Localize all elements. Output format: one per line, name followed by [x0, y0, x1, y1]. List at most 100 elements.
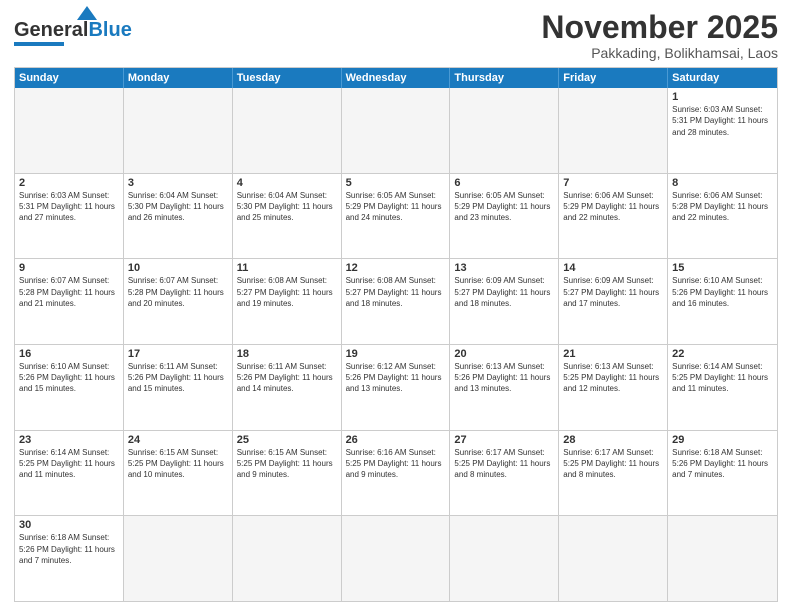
day-number: 11	[237, 262, 337, 274]
day-number: 22	[672, 348, 773, 360]
cal-cell-5-3	[342, 516, 451, 601]
day-info: Sunrise: 6:06 AM Sunset: 5:29 PM Dayligh…	[563, 190, 663, 224]
day-number: 23	[19, 434, 119, 446]
day-info: Sunrise: 6:04 AM Sunset: 5:30 PM Dayligh…	[237, 190, 337, 224]
cal-cell-2-6: 15Sunrise: 6:10 AM Sunset: 5:26 PM Dayli…	[668, 259, 777, 344]
day-number: 30	[19, 519, 119, 531]
day-number: 9	[19, 262, 119, 274]
cal-cell-4-3: 26Sunrise: 6:16 AM Sunset: 5:25 PM Dayli…	[342, 431, 451, 516]
cal-cell-5-1	[124, 516, 233, 601]
day-info: Sunrise: 6:15 AM Sunset: 5:25 PM Dayligh…	[128, 447, 228, 481]
cal-cell-4-4: 27Sunrise: 6:17 AM Sunset: 5:25 PM Dayli…	[450, 431, 559, 516]
cal-cell-2-4: 13Sunrise: 6:09 AM Sunset: 5:27 PM Dayli…	[450, 259, 559, 344]
logo-bar	[14, 42, 64, 46]
cal-cell-0-1	[124, 88, 233, 173]
day-number: 20	[454, 348, 554, 360]
day-info: Sunrise: 6:07 AM Sunset: 5:28 PM Dayligh…	[19, 275, 119, 309]
cal-cell-0-2	[233, 88, 342, 173]
day-info: Sunrise: 6:09 AM Sunset: 5:27 PM Dayligh…	[454, 275, 554, 309]
cal-cell-3-6: 22Sunrise: 6:14 AM Sunset: 5:25 PM Dayli…	[668, 345, 777, 430]
day-number: 27	[454, 434, 554, 446]
header-saturday: Saturday	[668, 68, 777, 88]
cal-cell-2-0: 9Sunrise: 6:07 AM Sunset: 5:28 PM Daylig…	[15, 259, 124, 344]
day-number: 19	[346, 348, 446, 360]
day-info: Sunrise: 6:04 AM Sunset: 5:30 PM Dayligh…	[128, 190, 228, 224]
cal-cell-4-1: 24Sunrise: 6:15 AM Sunset: 5:25 PM Dayli…	[124, 431, 233, 516]
header-sunday: Sunday	[15, 68, 124, 88]
day-info: Sunrise: 6:05 AM Sunset: 5:29 PM Dayligh…	[454, 190, 554, 224]
logo-triangle	[77, 6, 97, 20]
cal-cell-1-0: 2Sunrise: 6:03 AM Sunset: 5:31 PM Daylig…	[15, 174, 124, 259]
cal-cell-0-4	[450, 88, 559, 173]
cal-cell-3-1: 17Sunrise: 6:11 AM Sunset: 5:26 PM Dayli…	[124, 345, 233, 430]
cal-row-4: 23Sunrise: 6:14 AM Sunset: 5:25 PM Dayli…	[15, 430, 777, 516]
header-thursday: Thursday	[450, 68, 559, 88]
day-info: Sunrise: 6:11 AM Sunset: 5:26 PM Dayligh…	[237, 361, 337, 395]
day-number: 5	[346, 177, 446, 189]
day-number: 2	[19, 177, 119, 189]
day-info: Sunrise: 6:14 AM Sunset: 5:25 PM Dayligh…	[672, 361, 773, 395]
day-info: Sunrise: 6:13 AM Sunset: 5:26 PM Dayligh…	[454, 361, 554, 395]
cal-cell-0-0	[15, 88, 124, 173]
calendar-header: Sunday Monday Tuesday Wednesday Thursday…	[15, 68, 777, 88]
header-tuesday: Tuesday	[233, 68, 342, 88]
cal-row-3: 16Sunrise: 6:10 AM Sunset: 5:26 PM Dayli…	[15, 344, 777, 430]
day-number: 16	[19, 348, 119, 360]
day-info: Sunrise: 6:03 AM Sunset: 5:31 PM Dayligh…	[19, 190, 119, 224]
calendar: Sunday Monday Tuesday Wednesday Thursday…	[14, 67, 778, 602]
day-number: 21	[563, 348, 663, 360]
day-info: Sunrise: 6:08 AM Sunset: 5:27 PM Dayligh…	[346, 275, 446, 309]
cal-row-0: 1Sunrise: 6:03 AM Sunset: 5:31 PM Daylig…	[15, 88, 777, 173]
cal-cell-5-5	[559, 516, 668, 601]
day-info: Sunrise: 6:17 AM Sunset: 5:25 PM Dayligh…	[563, 447, 663, 481]
cal-cell-0-6: 1Sunrise: 6:03 AM Sunset: 5:31 PM Daylig…	[668, 88, 777, 173]
cal-row-5: 30Sunrise: 6:18 AM Sunset: 5:26 PM Dayli…	[15, 515, 777, 601]
logo-blue: Blue	[88, 19, 131, 41]
cal-cell-1-4: 6Sunrise: 6:05 AM Sunset: 5:29 PM Daylig…	[450, 174, 559, 259]
cal-cell-5-4	[450, 516, 559, 601]
day-info: Sunrise: 6:11 AM Sunset: 5:26 PM Dayligh…	[128, 361, 228, 395]
cal-row-2: 9Sunrise: 6:07 AM Sunset: 5:28 PM Daylig…	[15, 258, 777, 344]
header: GeneralBlue November 2025 Pakkading, Bol…	[14, 10, 778, 61]
day-number: 25	[237, 434, 337, 446]
cal-cell-1-1: 3Sunrise: 6:04 AM Sunset: 5:30 PM Daylig…	[124, 174, 233, 259]
cal-cell-1-3: 5Sunrise: 6:05 AM Sunset: 5:29 PM Daylig…	[342, 174, 451, 259]
cal-cell-2-1: 10Sunrise: 6:07 AM Sunset: 5:28 PM Dayli…	[124, 259, 233, 344]
logo-general: General	[14, 19, 88, 41]
day-number: 29	[672, 434, 773, 446]
cal-cell-4-6: 29Sunrise: 6:18 AM Sunset: 5:26 PM Dayli…	[668, 431, 777, 516]
day-info: Sunrise: 6:03 AM Sunset: 5:31 PM Dayligh…	[672, 104, 773, 138]
day-number: 10	[128, 262, 228, 274]
cal-cell-2-2: 11Sunrise: 6:08 AM Sunset: 5:27 PM Dayli…	[233, 259, 342, 344]
cal-cell-4-2: 25Sunrise: 6:15 AM Sunset: 5:25 PM Dayli…	[233, 431, 342, 516]
cal-cell-3-2: 18Sunrise: 6:11 AM Sunset: 5:26 PM Dayli…	[233, 345, 342, 430]
cal-cell-1-5: 7Sunrise: 6:06 AM Sunset: 5:29 PM Daylig…	[559, 174, 668, 259]
cal-row-1: 2Sunrise: 6:03 AM Sunset: 5:31 PM Daylig…	[15, 173, 777, 259]
day-info: Sunrise: 6:06 AM Sunset: 5:28 PM Dayligh…	[672, 190, 773, 224]
day-number: 14	[563, 262, 663, 274]
month-title: November 2025	[541, 10, 778, 45]
day-info: Sunrise: 6:15 AM Sunset: 5:25 PM Dayligh…	[237, 447, 337, 481]
cal-cell-0-5	[559, 88, 668, 173]
day-number: 12	[346, 262, 446, 274]
day-info: Sunrise: 6:09 AM Sunset: 5:27 PM Dayligh…	[563, 275, 663, 309]
day-info: Sunrise: 6:10 AM Sunset: 5:26 PM Dayligh…	[19, 361, 119, 395]
day-info: Sunrise: 6:08 AM Sunset: 5:27 PM Dayligh…	[237, 275, 337, 309]
day-number: 6	[454, 177, 554, 189]
day-number: 8	[672, 177, 773, 189]
day-info: Sunrise: 6:13 AM Sunset: 5:25 PM Dayligh…	[563, 361, 663, 395]
day-info: Sunrise: 6:05 AM Sunset: 5:29 PM Dayligh…	[346, 190, 446, 224]
day-number: 28	[563, 434, 663, 446]
cal-cell-4-5: 28Sunrise: 6:17 AM Sunset: 5:25 PM Dayli…	[559, 431, 668, 516]
logo: GeneralBlue	[14, 10, 132, 46]
cal-cell-2-3: 12Sunrise: 6:08 AM Sunset: 5:27 PM Dayli…	[342, 259, 451, 344]
day-number: 3	[128, 177, 228, 189]
cal-cell-3-4: 20Sunrise: 6:13 AM Sunset: 5:26 PM Dayli…	[450, 345, 559, 430]
cal-cell-0-3	[342, 88, 451, 173]
day-info: Sunrise: 6:16 AM Sunset: 5:25 PM Dayligh…	[346, 447, 446, 481]
cal-cell-1-2: 4Sunrise: 6:04 AM Sunset: 5:30 PM Daylig…	[233, 174, 342, 259]
location-title: Pakkading, Bolikhamsai, Laos	[541, 45, 778, 61]
header-monday: Monday	[124, 68, 233, 88]
day-info: Sunrise: 6:12 AM Sunset: 5:26 PM Dayligh…	[346, 361, 446, 395]
day-number: 26	[346, 434, 446, 446]
